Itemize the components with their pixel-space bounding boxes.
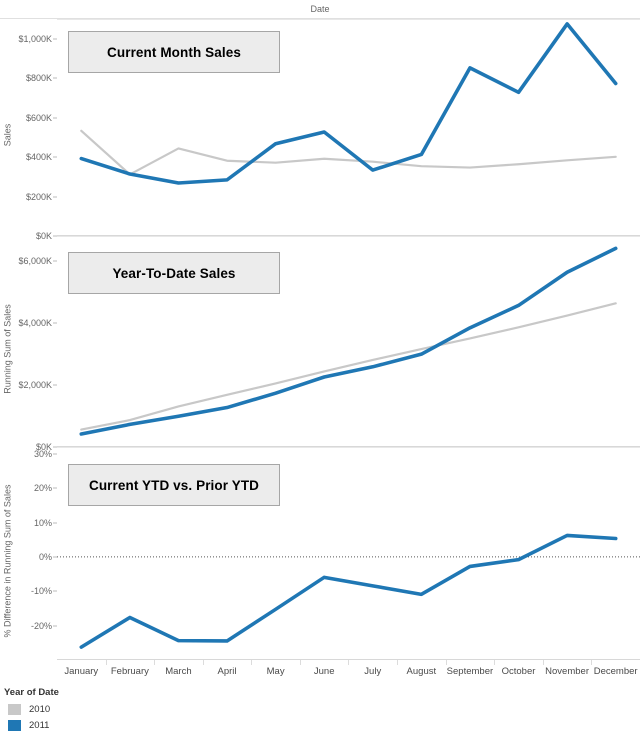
y-axis-tick-label: 10% (33, 517, 52, 528)
y-axis-current-ytd-vs-prior-ytd: % Difference in Running Sum of Sales 30% 2… (0, 447, 57, 660)
legend-item-label: 2011 (29, 719, 50, 731)
chart-title-label: Current YTD vs. Prior YTD (88, 477, 260, 493)
y-axis-title: Running Sum of Sales (2, 303, 12, 394)
chart-title-label: Current Month Sales (107, 44, 241, 60)
x-axis-tick-february[interactable]: February (105, 660, 155, 682)
y-axis-title: % Difference in Running Sum of Sales (2, 484, 12, 637)
x-axis-tick-november[interactable]: November (542, 660, 592, 682)
legend-title: Year of Date (4, 687, 59, 698)
legend-color-swatch (8, 703, 21, 715)
x-axis-months: January February March April May June July Augu… (57, 660, 640, 682)
series-line-2011 (79, 533, 618, 649)
x-axis-tick-october[interactable]: October (494, 660, 543, 682)
x-axis-tick-january[interactable]: January (57, 660, 106, 682)
y-axis-tick-label: $400K (25, 152, 52, 163)
date-column-header-label: Date (310, 4, 330, 14)
date-column-header: Date (0, 0, 640, 18)
x-axis-tick-may[interactable]: May (251, 660, 300, 682)
y-axis-current-month-sales: Sales $1,000K $800K $600K $400K $200K $0K (0, 19, 57, 241)
x-axis-tick-december[interactable]: December (591, 660, 640, 682)
y-axis-tick-label: $600K (25, 112, 52, 123)
y-axis-tick-label: -20% (30, 620, 52, 631)
legend-item-2010[interactable]: 2010 (4, 701, 204, 717)
y-axis-tick-label: 20% (33, 483, 52, 494)
legend-item-2011[interactable]: 2011 (4, 717, 204, 733)
x-axis-tick-september[interactable]: September (445, 660, 495, 682)
x-axis-tick-april[interactable]: April (202, 660, 252, 682)
y-axis-tick-label: 30% (33, 448, 52, 459)
x-axis-tick-august[interactable]: August (397, 660, 446, 682)
y-axis-tick-label: $1,000K (18, 33, 52, 44)
legend-year-of-date: Year of Date 2010 2011 (4, 687, 204, 733)
legend-color-swatch (8, 719, 21, 731)
legend-item-label: 2010 (29, 703, 51, 715)
tableau-dashboard: Date Sales $1,000K $800K $600K $400K $200K $0K… (0, 0, 640, 735)
y-axis-tick-label: -10% (30, 586, 52, 597)
y-axis-tick-label: $800K (25, 73, 52, 84)
y-axis-tick-label: $6,000K (18, 255, 52, 266)
y-axis-tick-label: $2,000K (18, 379, 52, 390)
chart-title-current-ytd-vs-prior-ytd[interactable]: Current YTD vs. Prior YTD (68, 464, 280, 506)
y-axis-year-to-date-sales: Running Sum of Sales $6,000K $4,000K $2,000… (0, 236, 57, 452)
chart-title-year-to-date-sales[interactable]: Year-To-Date Sales (68, 252, 280, 294)
chart-title-label: Year-To-Date Sales (112, 265, 236, 281)
y-axis-tick-label: 0% (38, 551, 52, 562)
y-axis-title: Sales (2, 123, 12, 146)
x-axis-tick-march[interactable]: March (154, 660, 203, 682)
x-axis-tick-june[interactable]: June (299, 660, 349, 682)
y-axis-tick-label: $4,000K (18, 317, 52, 328)
chart-title-current-month-sales[interactable]: Current Month Sales (68, 31, 280, 73)
y-axis-tick-label: $200K (25, 191, 52, 202)
x-axis-tick-july[interactable]: July (348, 660, 397, 682)
series-line-2010 (80, 302, 617, 431)
